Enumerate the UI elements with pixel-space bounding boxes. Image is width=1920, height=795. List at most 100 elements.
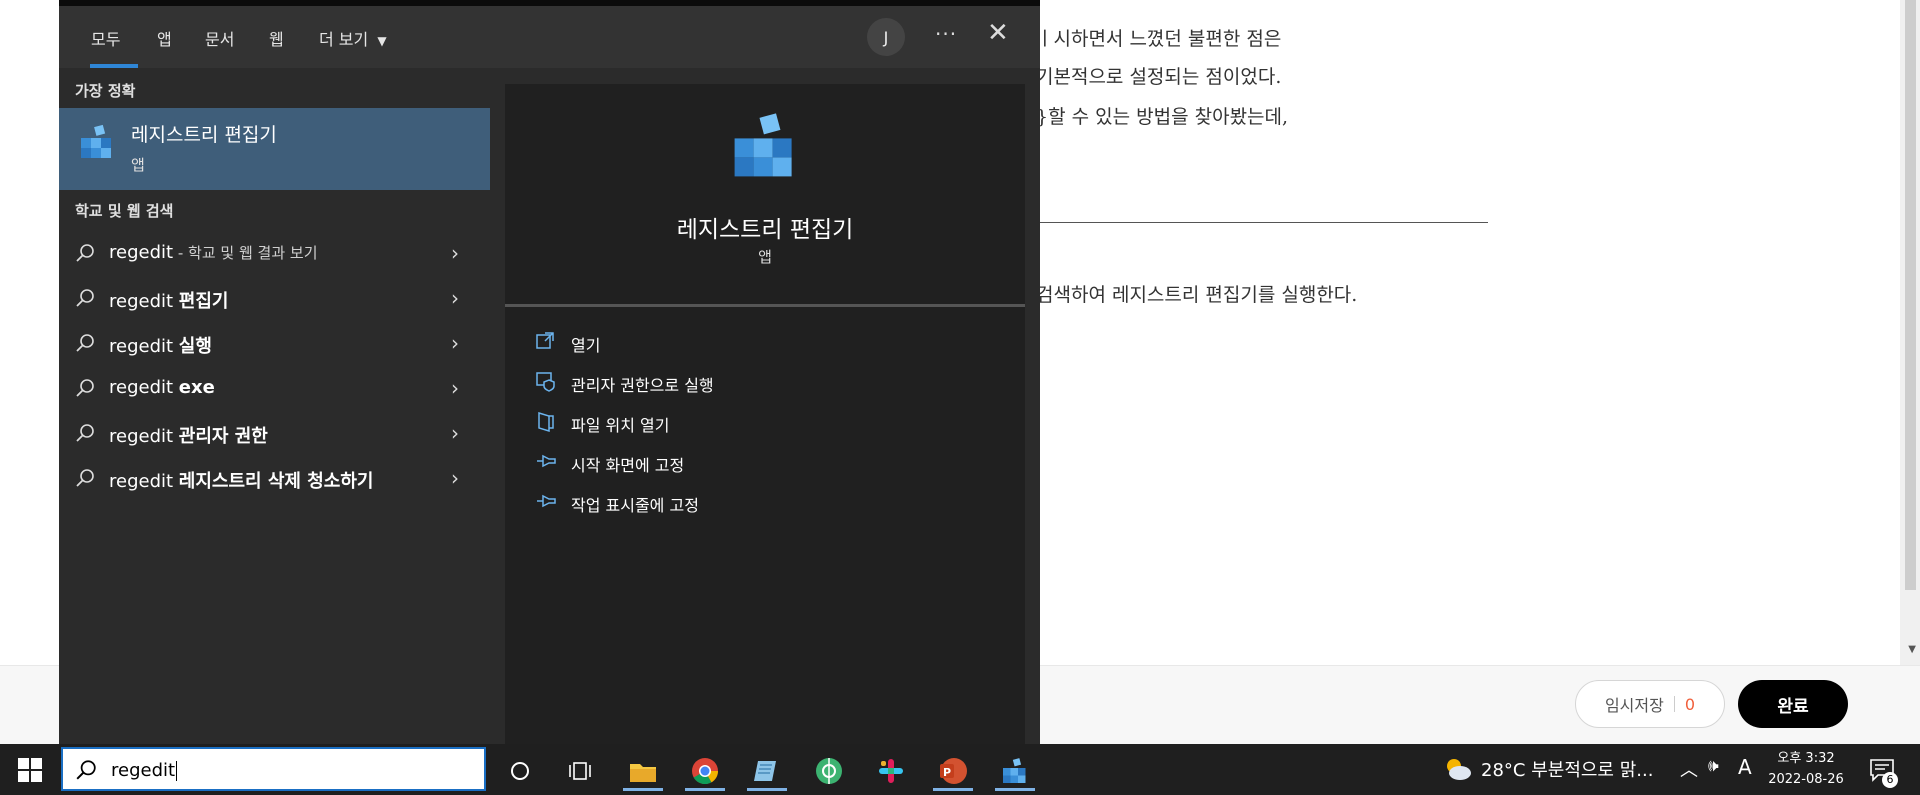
running-indicator (623, 788, 663, 791)
suggestion-rest: - 학교 및 웹 결과 보기 (173, 244, 318, 262)
shield-icon (536, 372, 555, 392)
suggestion-item[interactable]: regedit exe › (59, 366, 490, 410)
suggestion-item[interactable]: regedit 편집기 › (59, 276, 490, 320)
best-match-subtitle: 앱 (131, 156, 145, 174)
suggestion-prefix: regedit (109, 242, 174, 263)
action-label: 작업 표시줄에 고정 (571, 496, 699, 515)
detail-divider (505, 304, 1025, 307)
start-search-panel: 모두 앱 문서 웹 더 보기 ▼ J ··· ✕ 가장 정확 레지스트리 편집기… (59, 0, 1040, 744)
suggestion-item[interactable]: regedit 관리자 권한 › (59, 411, 490, 455)
running-indicator (747, 788, 787, 791)
running-indicator (933, 788, 973, 791)
action-open-file-location[interactable]: 파일 위치 열기 (535, 404, 1015, 440)
suggestion-rest: 편집기 (178, 291, 229, 312)
search-icon (76, 379, 94, 397)
pin-icon (537, 494, 556, 508)
notification-badge: 6 (1882, 772, 1898, 788)
input-method-indicator[interactable]: A (1738, 755, 1752, 779)
chevron-right-icon: › (451, 286, 459, 310)
more-options-icon[interactable]: ··· (935, 22, 957, 46)
taskbar-search-input[interactable]: regedit (61, 747, 486, 791)
action-pin-to-start[interactable]: 시작 화면에 고정 (535, 444, 1015, 480)
done-button[interactable]: 완료 (1738, 680, 1848, 728)
edge-icon[interactable] (805, 751, 853, 791)
suggestion-prefix: regedit (109, 426, 179, 447)
search-icon (76, 289, 94, 307)
chevron-right-icon: › (451, 421, 459, 445)
chevron-up-icon[interactable]: ︿ (1680, 756, 1698, 782)
text-caret (176, 761, 178, 781)
suggestion-item[interactable]: regedit 실행 › (59, 321, 490, 365)
scroll-down-icon[interactable]: ▼ (1908, 644, 1916, 655)
editor-text-line: }할 수 있는 방법을 찾아봤는데, (1036, 106, 1289, 128)
weather-text: 28°C 부분적으로 맑... (1481, 760, 1654, 781)
editor-divider (1040, 222, 1488, 223)
suggestion-rest: 레지스트리 삭제 청소하기 (178, 471, 374, 492)
tab-more[interactable]: 더 보기 ▼ (319, 26, 387, 50)
best-match-title: 레지스트리 편집기 (131, 124, 277, 146)
clock-time: 오후 3:32 (1777, 751, 1835, 766)
partly-sunny-icon (1447, 759, 1471, 780)
action-open[interactable]: 열기 (535, 324, 1015, 360)
detail-title: 레지스트리 편집기 (676, 217, 854, 243)
tab-web[interactable]: 웹 (269, 26, 284, 50)
regedit-icon (734, 113, 792, 177)
notepad-icon[interactable] (743, 751, 791, 791)
chevron-down-icon: ▼ (377, 34, 387, 48)
editor-scrollbar[interactable]: ▼ (1900, 0, 1920, 665)
editor-text-line: ㅣ시하면서 느꼈던 불편한 점은 (1036, 28, 1282, 50)
tab-more-label: 더 보기 (319, 30, 369, 49)
draft-count: 0 (1684, 694, 1696, 714)
regedit-icon[interactable] (991, 751, 1039, 791)
regedit-icon (81, 124, 111, 158)
search-icon (76, 334, 94, 352)
action-label: 파일 위치 열기 (571, 416, 670, 435)
best-match-header: 가장 정확 (75, 82, 136, 100)
draft-save-label: 임시저장 (1604, 696, 1664, 715)
search-icon (76, 424, 94, 442)
speaker-icon[interactable]: 🕪 (1708, 756, 1719, 776)
open-icon (536, 332, 554, 349)
suggestion-rest: exe (178, 377, 215, 398)
taskbar: regedit P 28°C 부분적으로 맑... ︿ 🕪 A 오후 3:32 … (0, 744, 1920, 795)
search-icon (76, 760, 96, 780)
suggestion-rest: 관리자 권한 (178, 426, 268, 447)
chevron-right-icon: › (451, 331, 459, 355)
tab-documents[interactable]: 문서 (205, 26, 234, 50)
action-label: 열기 (571, 336, 601, 355)
close-icon[interactable]: ✕ (987, 18, 1009, 48)
chrome-icon[interactable] (681, 751, 729, 791)
slack-icon[interactable] (867, 751, 915, 791)
windows-start-icon[interactable] (18, 758, 42, 782)
clock[interactable]: 오후 3:32 2022-08-26 (1766, 748, 1846, 790)
suggestion-item[interactable]: regedit 레지스트리 삭제 청소하기 › (59, 456, 490, 500)
suggestion-prefix: regedit (109, 291, 179, 312)
cortana-icon[interactable] (496, 751, 544, 791)
scrollbar-thumb[interactable] (1905, 0, 1916, 590)
folder-icon (538, 411, 554, 432)
detail-subtitle: 앱 (758, 248, 772, 266)
task-view-icon[interactable] (556, 751, 604, 791)
draft-save-button[interactable]: 임시저장 0 (1575, 680, 1725, 728)
running-indicator (685, 788, 725, 791)
best-match-item[interactable]: 레지스트리 편집기 앱 (59, 108, 490, 190)
search-value: regedit (111, 760, 176, 781)
action-run-as-admin[interactable]: 관리자 권한으로 실행 (535, 364, 1015, 400)
pin-icon (537, 454, 556, 468)
tab-apps[interactable]: 앱 (157, 26, 172, 50)
suggestion-rest: 실행 (178, 336, 212, 357)
search-icon (76, 469, 94, 487)
results-list: 가장 정확 레지스트리 편집기 앱 학교 및 웹 검색 regedit - 학교… (59, 68, 490, 744)
suggestion-item[interactable]: regedit - 학교 및 웹 결과 보기 › (59, 231, 490, 275)
avatar[interactable]: J (867, 18, 905, 56)
weather-widget[interactable]: 28°C 부분적으로 맑... (1443, 756, 1653, 782)
search-tabs-bar: 모두 앱 문서 웹 더 보기 ▼ J ··· ✕ (59, 6, 1040, 68)
chevron-right-icon: › (451, 466, 459, 490)
action-pin-to-taskbar[interactable]: 작업 표시줄에 고정 (535, 484, 1015, 520)
file-explorer-icon[interactable] (619, 751, 667, 791)
powerpoint-icon[interactable]: P (929, 751, 977, 791)
action-label: 시작 화면에 고정 (571, 456, 685, 475)
chevron-right-icon: › (451, 241, 459, 265)
tab-all[interactable]: 모두 (91, 26, 120, 50)
suggestion-prefix: regedit (109, 377, 179, 398)
